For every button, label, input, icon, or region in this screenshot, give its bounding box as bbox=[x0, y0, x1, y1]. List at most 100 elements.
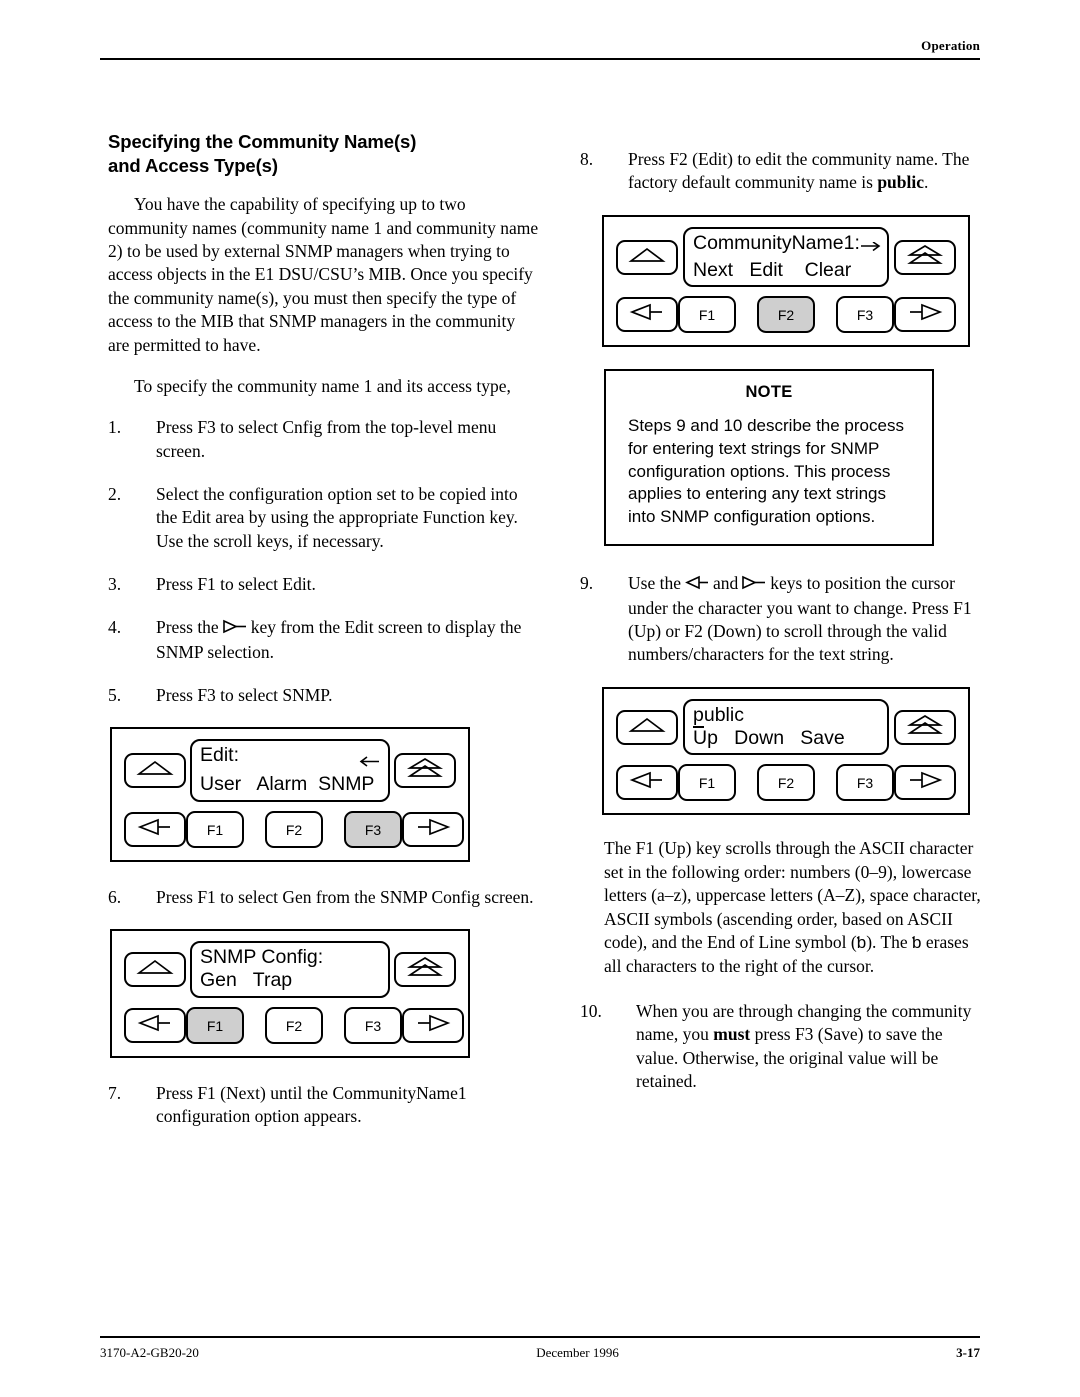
page-header: Operation bbox=[100, 38, 980, 60]
function-key-f1[interactable]: F1 bbox=[186, 1007, 244, 1045]
step-7-number: 7. bbox=[108, 1083, 122, 1104]
step-3: 3. Press F1 to select Edit. bbox=[108, 573, 540, 596]
lead-in-paragraph: To specify the community name 1 and its … bbox=[134, 375, 511, 396]
cursor-left-button[interactable] bbox=[124, 1008, 186, 1044]
device-panel-public: public Up Down Save F1 F2 F3 bbox=[602, 686, 970, 816]
scroll-up-icon bbox=[134, 958, 176, 981]
lcd-snmp-line-2: Gen Trap bbox=[200, 969, 293, 992]
cursor-left-button[interactable] bbox=[616, 297, 678, 333]
home-button[interactable] bbox=[394, 952, 456, 988]
note-box: NOTE Steps 9 and 10 describe the process… bbox=[604, 369, 934, 547]
scroll-up-icon bbox=[626, 716, 668, 739]
lcd-snmp-line-1: SNMP Config: bbox=[200, 946, 324, 969]
cursor-right-button[interactable] bbox=[402, 1008, 464, 1044]
step-7: 7. Press F1 (Next) until the CommunityNa… bbox=[108, 1082, 540, 1129]
section-title-line-1: Specifying the Community Name(s) bbox=[108, 131, 417, 152]
right-arrow-icon bbox=[412, 1014, 454, 1037]
ascii-paragraph-part-2: ). The bbox=[866, 931, 908, 952]
scroll-up-button[interactable] bbox=[616, 709, 678, 745]
note-title: NOTE bbox=[745, 383, 793, 402]
lcd-community-line-1-text: CommunityName1: bbox=[693, 231, 860, 254]
lcd-edit-line-2: User Alarm SNMP bbox=[200, 773, 375, 796]
step-5-text: Press F3 to select SNMP. bbox=[156, 685, 333, 706]
cursor-left-button[interactable] bbox=[616, 765, 678, 801]
right-arrow-key-icon bbox=[741, 573, 767, 596]
step-8: 8. Press F2 (Edit) to edit the community… bbox=[580, 148, 984, 195]
scroll-up-icon bbox=[134, 759, 176, 782]
scroll-up-icon bbox=[626, 246, 668, 269]
step-10: 10. When you are through changing the co… bbox=[580, 1000, 984, 1093]
step-3-text: Press F1 to select Edit. bbox=[156, 574, 316, 595]
section-title-line-2: and Access Type(s) bbox=[108, 154, 278, 176]
function-key-f3[interactable]: F3 bbox=[344, 1007, 402, 1045]
lcd-display-edit: Edit: User Alarm SNMP bbox=[190, 739, 390, 803]
lcd-public-line-2: Up Down Save bbox=[693, 726, 845, 749]
left-arrow-icon bbox=[134, 1014, 176, 1037]
home-button[interactable] bbox=[394, 753, 456, 789]
panel-edit-bottom-row: F1 F2 F3 bbox=[124, 811, 464, 849]
step-4: 4. Press the key from the Edit screen to … bbox=[108, 616, 540, 664]
footer-row: 3170-A2-GB20-20 December 1996 3-17 bbox=[100, 1345, 980, 1361]
cursor-right-button[interactable] bbox=[894, 297, 956, 333]
running-head: Operation bbox=[921, 38, 980, 53]
double-up-icon bbox=[904, 244, 946, 271]
panel-snmp-top-row: SNMP Config: Gen Trap bbox=[124, 941, 456, 999]
step-9-number: 9. bbox=[580, 573, 594, 594]
function-key-f1[interactable]: F1 bbox=[678, 296, 736, 334]
footer-rule bbox=[100, 1336, 980, 1338]
footer-date: December 1996 bbox=[536, 1345, 619, 1360]
step-6-text: Press F1 to select Gen from the SNMP Con… bbox=[156, 887, 534, 908]
footer-page-number: 3-17 bbox=[956, 1345, 980, 1360]
device-panel-snmp-config: SNMP Config: Gen Trap F1 F2 F3 bbox=[110, 929, 470, 1059]
home-button[interactable] bbox=[894, 239, 956, 275]
left-arrow-icon bbox=[626, 771, 668, 794]
right-arrow-icon bbox=[904, 303, 946, 326]
right-arrow-key-icon bbox=[222, 617, 248, 640]
left-arrow-key-icon bbox=[684, 573, 710, 596]
step-8-number: 8. bbox=[580, 149, 594, 169]
intro-paragraph: You have the capability of specifying up… bbox=[108, 194, 539, 355]
step-5-number: 5. bbox=[108, 685, 122, 706]
function-key-f3[interactable]: F3 bbox=[344, 811, 402, 849]
ascii-order-paragraph: The F1 (Up) key scrolls through the ASCI… bbox=[604, 837, 982, 977]
step-6-number: 6. bbox=[108, 887, 122, 908]
lcd-edit-line-1-text: Edit: bbox=[200, 744, 240, 767]
function-key-f2[interactable]: F2 bbox=[757, 296, 815, 334]
left-arrow-icon bbox=[134, 818, 176, 841]
function-key-f3[interactable]: F3 bbox=[836, 296, 894, 334]
cursor-left-button[interactable] bbox=[124, 812, 186, 848]
scroll-up-button[interactable] bbox=[124, 753, 186, 789]
double-up-icon bbox=[404, 757, 446, 784]
panel-community-bottom-row: F1 F2 F3 bbox=[616, 296, 956, 334]
function-key-f1[interactable]: F1 bbox=[186, 811, 244, 849]
cursor-right-button[interactable] bbox=[894, 765, 956, 801]
cursor-right-button[interactable] bbox=[402, 812, 464, 848]
scroll-up-button[interactable] bbox=[616, 239, 678, 275]
device-panel-edit: Edit: User Alarm SNMP F1 F2 F3 bbox=[110, 727, 470, 863]
right-arrow-bar-icon bbox=[860, 232, 882, 259]
function-key-f3[interactable]: F3 bbox=[836, 764, 894, 802]
function-key-f2[interactable]: F2 bbox=[265, 1007, 323, 1045]
lcd-display-public: public Up Down Save bbox=[683, 698, 889, 756]
home-button[interactable] bbox=[894, 709, 956, 745]
step-4-number: 4. bbox=[108, 617, 122, 638]
right-arrow-icon bbox=[904, 771, 946, 794]
ascii-paragraph-part-1: The F1 (Up) key scrolls through the ASCI… bbox=[604, 838, 981, 952]
function-key-f2[interactable]: F2 bbox=[265, 811, 323, 849]
step-9: 9. Use the and keys to position the cursor… bbox=[580, 572, 984, 666]
footer-document-number: 3170-A2-GB20-20 bbox=[100, 1345, 199, 1360]
note-body: Steps 9 and 10 describe the process for … bbox=[628, 416, 904, 526]
right-column: 8. Press F2 (Edit) to edit the community… bbox=[580, 130, 984, 1113]
scroll-up-button[interactable] bbox=[124, 952, 186, 988]
function-key-f2[interactable]: F2 bbox=[757, 764, 815, 802]
header-rule bbox=[100, 58, 980, 60]
panel-public-top-row: public Up Down Save bbox=[616, 698, 956, 756]
page-title: Specifying the Community Name(s) and Acc… bbox=[108, 130, 540, 177]
function-key-f1[interactable]: F1 bbox=[678, 764, 736, 802]
right-arrow-icon bbox=[412, 818, 454, 841]
step-10-number: 10. bbox=[580, 1000, 602, 1021]
step-1: 1. Press F3 to select Cnfig from the top… bbox=[108, 416, 540, 463]
step-2-text: Select the configuration option set to b… bbox=[156, 483, 518, 551]
panel-snmp-bottom-row: F1 F2 F3 bbox=[124, 1007, 464, 1045]
lcd-community-line-2: Next Edit Clear bbox=[693, 258, 852, 281]
